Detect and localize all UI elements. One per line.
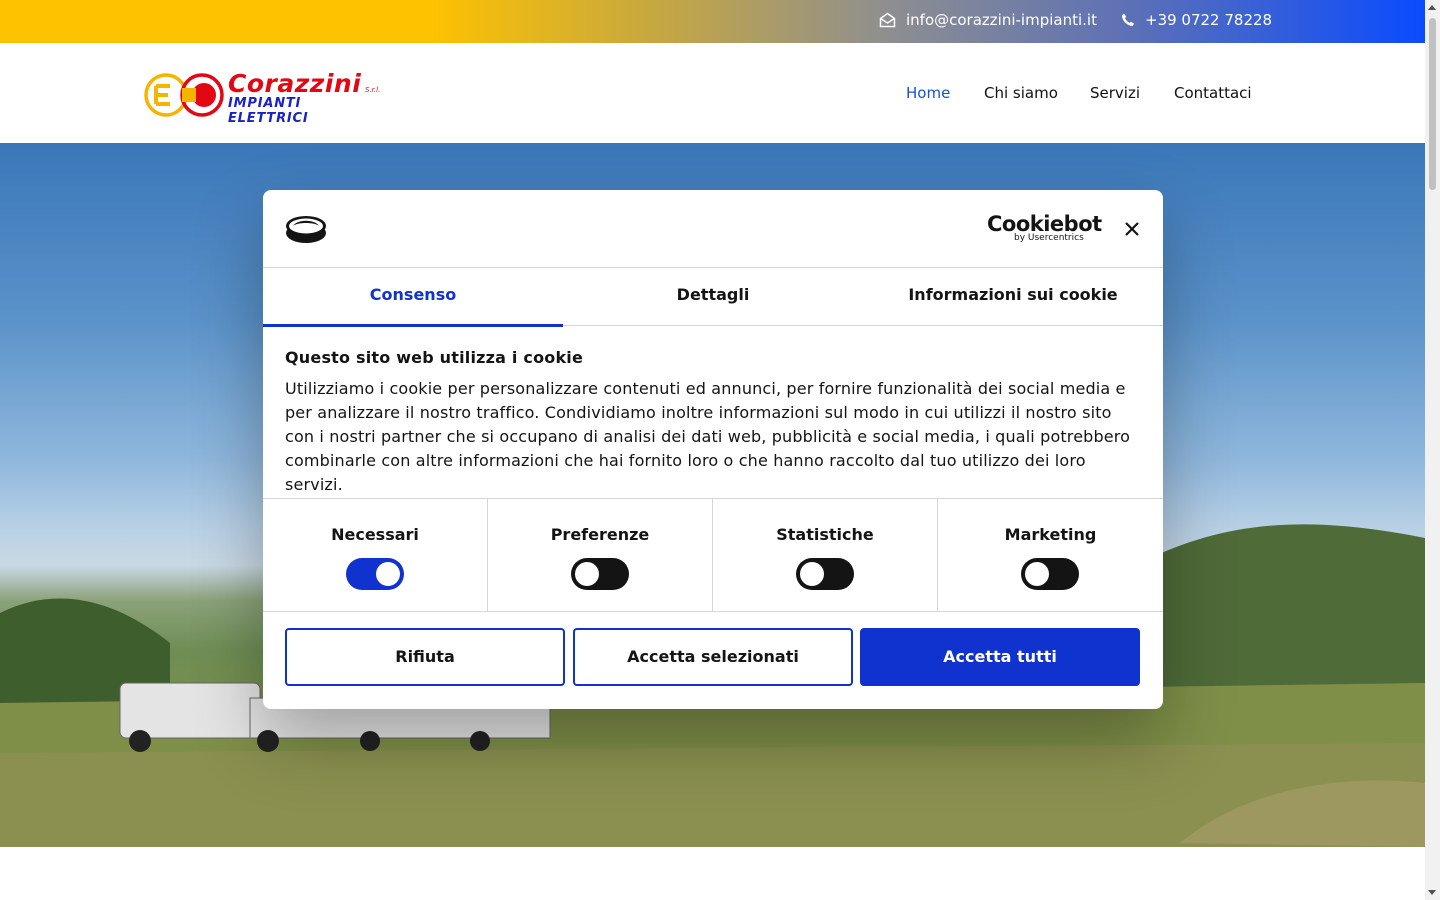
cookie-consent-dialog: Cookiebot by Usercentrics Consenso Detta… (263, 190, 1163, 709)
scroll-down-icon[interactable] (1428, 890, 1436, 895)
tab-consenso[interactable]: Consenso (263, 268, 563, 327)
phone-icon (1121, 13, 1135, 27)
tab-dettagli[interactable]: Dettagli (563, 268, 863, 326)
toggle-knob (575, 562, 599, 586)
dialog-header: Cookiebot by Usercentrics (263, 190, 1163, 268)
category-preferenze: Preferenze (488, 499, 713, 612)
cookiebot-logo-icon (286, 216, 326, 243)
site-header: Corazzini S.r.l. IMPIANTI ELETTRICI Home… (0, 43, 1425, 143)
category-label: Marketing (1004, 525, 1097, 544)
envelope-open-icon (879, 12, 896, 28)
toggle-necessari[interactable] (346, 558, 404, 590)
logo-subtitle: IMPIANTI ELETTRICI (228, 96, 309, 126)
logo-brand-text: Corazzini (228, 69, 362, 98)
close-icon[interactable] (1123, 220, 1141, 238)
nav-contattaci[interactable]: Contattaci (1174, 84, 1252, 102)
tab-informazioni[interactable]: Informazioni sui cookie (863, 268, 1163, 326)
category-label: Preferenze (550, 525, 650, 544)
consent-heading: Questo sito web utilizza i cookie (285, 348, 584, 367)
logo-suffix: S.r.l. (365, 86, 381, 94)
company-logo[interactable]: Corazzini S.r.l. IMPIANTI ELETTRICI (144, 69, 384, 126)
scrollbar-thumb[interactable] (1429, 18, 1436, 190)
toggle-marketing[interactable] (1021, 558, 1079, 590)
nav-servizi[interactable]: Servizi (1090, 84, 1140, 102)
consent-text-section: Questo sito web utilizza i cookie Utiliz… (285, 348, 1145, 497)
toggle-statistiche[interactable] (796, 558, 854, 590)
toggle-knob (376, 562, 400, 586)
category-marketing: Marketing (938, 499, 1163, 612)
phone-text[interactable]: +39 0722 78228 (1145, 11, 1272, 29)
toggle-knob (1025, 562, 1049, 586)
dialog-tabs: Consenso Dettagli Informazioni sui cooki… (263, 268, 1163, 327)
top-contact-bar: info@corazzini-impianti.it +39 0722 7822… (0, 0, 1425, 43)
nav-home[interactable]: Home (906, 84, 950, 102)
consent-categories: Necessari Preferenze Statistiche Marketi… (263, 498, 1163, 612)
scroll-up-icon[interactable] (1428, 5, 1436, 10)
reject-button[interactable]: Rifiuta (285, 628, 565, 686)
page-scrollbar[interactable] (1425, 0, 1440, 900)
logo-mark-icon (144, 73, 224, 117)
toggle-preferenze[interactable] (571, 558, 629, 590)
email-text[interactable]: info@corazzini-impianti.it (906, 11, 1097, 29)
cookiebot-brand[interactable]: Cookiebot by Usercentrics (987, 212, 1102, 243)
category-label: Statistiche (776, 525, 874, 544)
category-necessari: Necessari (263, 499, 488, 612)
category-statistiche: Statistiche (713, 499, 938, 612)
category-label: Necessari (331, 525, 419, 544)
phone-contact[interactable]: +39 0722 78228 (1121, 11, 1272, 29)
accept-selected-button[interactable]: Accetta selezionati (573, 628, 853, 686)
consent-description: Utilizziamo i cookie per personalizzare … (285, 379, 1131, 494)
accept-all-button[interactable]: Accetta tutti (860, 628, 1140, 686)
nav-chi-siamo[interactable]: Chi siamo (984, 84, 1058, 102)
email-contact[interactable]: info@corazzini-impianti.it (879, 11, 1097, 29)
toggle-knob (800, 562, 824, 586)
